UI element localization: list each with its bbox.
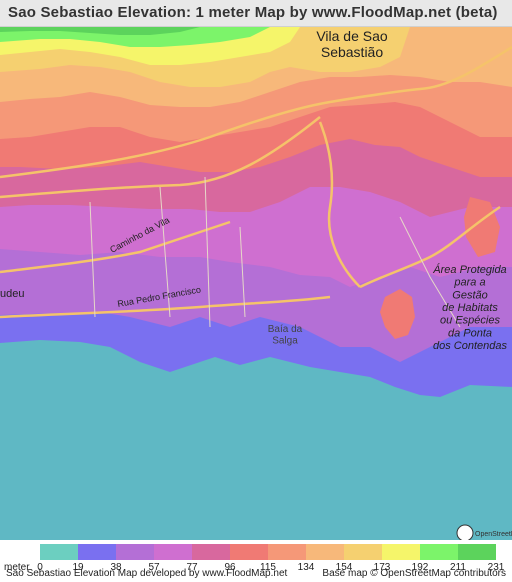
legend-swatch <box>40 544 78 560</box>
place-label-baia: Baía da Salga <box>268 324 303 347</box>
legend-swatches <box>40 544 496 560</box>
legend-swatch <box>382 544 420 560</box>
legend-swatch <box>192 544 230 560</box>
place-label-vila: Vila de Sao Sebastião <box>316 28 388 60</box>
legend-swatch <box>420 544 458 560</box>
legend-swatch <box>344 544 382 560</box>
title-bar: Sao Sebastiao Elevation: 1 meter Map by … <box>0 0 512 27</box>
legend-swatch <box>458 544 496 560</box>
map-canvas: Vila de Sao Sebastião Caminho da Vila Rua… <box>0 27 512 540</box>
footer: Sao Sebastiao Elevation Map developed by… <box>4 568 508 582</box>
legend-swatch <box>116 544 154 560</box>
legend-swatch <box>230 544 268 560</box>
legend-swatch <box>268 544 306 560</box>
legend-swatch <box>78 544 116 560</box>
footer-credit: Sao Sebastiao Elevation Map developed by… <box>6 568 288 579</box>
elevation-map[interactable]: Vila de Sao Sebastião Caminho da Vila Rua… <box>0 27 512 540</box>
page-title: Sao Sebastiao Elevation: 1 meter Map by … <box>8 4 498 21</box>
place-label-udeu: udeu <box>0 288 24 300</box>
footer-attribution: Base map © OpenStreetMap contributors <box>322 568 506 579</box>
legend-swatch <box>306 544 344 560</box>
legend-swatch <box>154 544 192 560</box>
svg-text:OpenStreetMap: OpenStreetMap <box>475 531 512 538</box>
